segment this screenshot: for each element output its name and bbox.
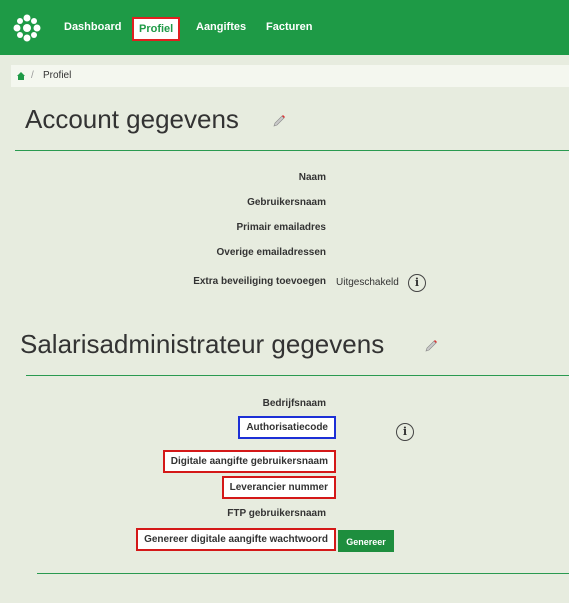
nav-aangiftes[interactable]: Aangiftes: [196, 0, 246, 55]
label-leverancier-nummer: Leverancier nummer: [221, 476, 336, 499]
breadcrumb-separator: /: [31, 70, 34, 81]
salaris-divider: [26, 375, 569, 376]
account-section-title: Account gegevens: [25, 104, 239, 134]
label-authorisatiecode: Authorisatiecode: [238, 416, 336, 439]
logo-icon[interactable]: [12, 13, 42, 43]
label-bedrijfsnaam: Bedrijfsnaam: [262, 398, 326, 409]
info-icon[interactable]: i: [396, 423, 414, 441]
breadcrumb: / Profiel: [11, 65, 569, 87]
nav-profiel[interactable]: Profiel: [132, 17, 181, 41]
info-icon[interactable]: i: [408, 274, 426, 292]
label-overige-email: Overige emailadressen: [216, 247, 326, 258]
account-divider: [15, 150, 569, 151]
genereer-button[interactable]: Genereer: [338, 530, 394, 552]
breadcrumb-current[interactable]: Profiel: [43, 65, 71, 87]
bottom-divider: [37, 573, 569, 574]
label-ftp-gebruikersnaam: FTP gebruikersnaam: [227, 508, 326, 519]
pencil-icon[interactable]: [272, 114, 286, 128]
pencil-icon[interactable]: [424, 339, 438, 353]
label-extra-beveiliging: Extra beveiliging toevoegen: [193, 276, 326, 287]
nav-dashboard[interactable]: Dashboard: [64, 0, 121, 55]
top-navbar: Dashboard Profiel Aangiftes Facturen: [0, 0, 569, 55]
label-naam: Naam: [298, 172, 326, 183]
home-icon[interactable]: [17, 72, 25, 80]
nav-facturen[interactable]: Facturen: [266, 0, 312, 55]
salaris-section-title: Salarisadministrateur gegevens: [20, 329, 385, 359]
label-genereer-wachtwoord: Genereer digitale aangifte wachtwoord: [136, 528, 336, 551]
label-gebruikersnaam: Gebruikersnaam: [247, 197, 326, 208]
label-primair-email: Primair emailadres: [236, 222, 327, 233]
extra-beveiliging-value: Uitgeschakeld: [336, 277, 399, 288]
label-digitale-aangifte-gebruikersnaam: Digitale aangifte gebruikersnaam: [162, 450, 336, 473]
